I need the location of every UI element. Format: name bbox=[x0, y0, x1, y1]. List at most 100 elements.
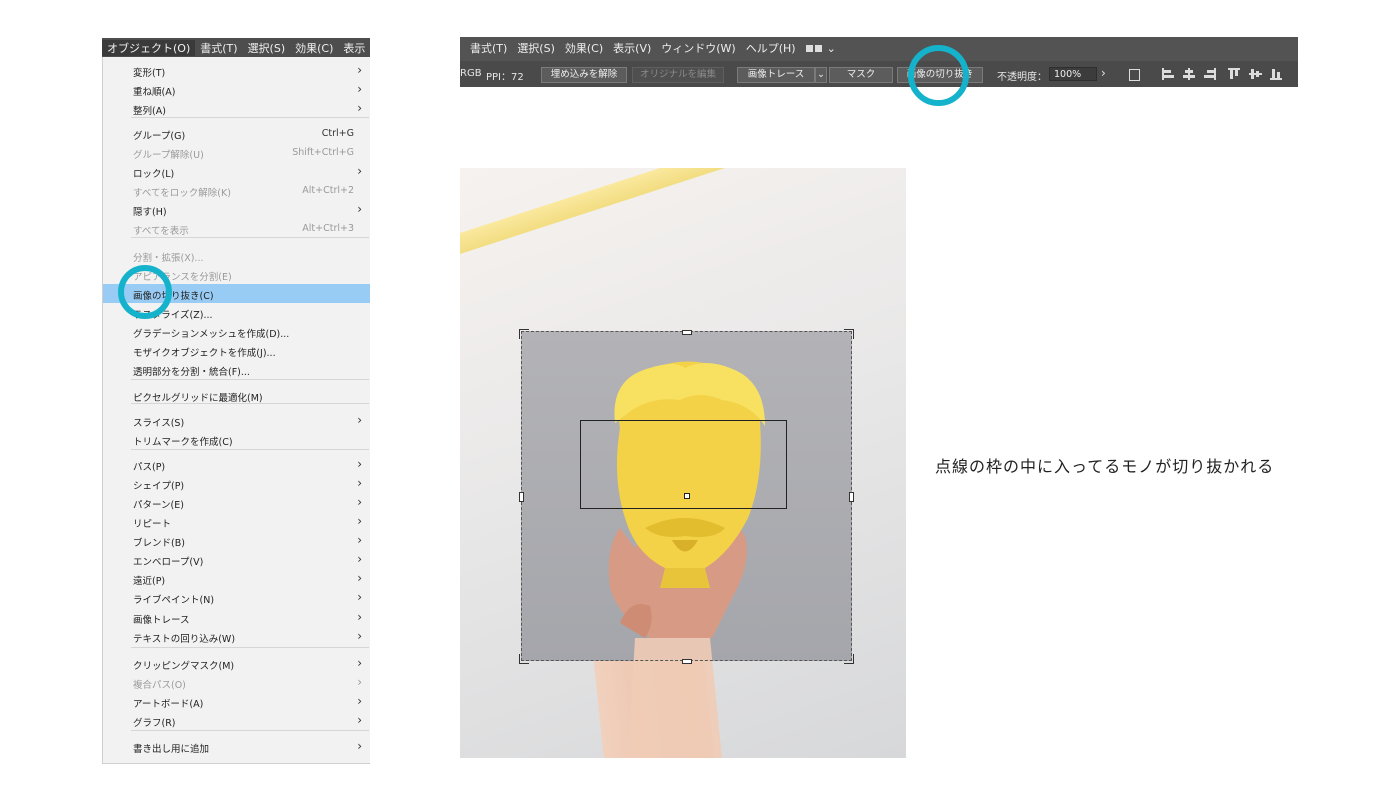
align-right-icon[interactable] bbox=[1203, 68, 1217, 80]
menu-item-label: グラデーションメッシュを作成(D)... bbox=[133, 329, 290, 340]
menu-item-shortcut: Shift+Ctrl+G bbox=[292, 147, 354, 158]
menu-effect[interactable]: 効果(C) bbox=[565, 40, 603, 56]
crop-handle-top-right[interactable] bbox=[844, 329, 854, 339]
menu-help[interactable]: ヘルプ(H) bbox=[746, 40, 796, 56]
submenu-arrow-icon: › bbox=[357, 552, 362, 566]
align-horizontal-center-icon[interactable] bbox=[1182, 68, 1196, 80]
menu-item[interactable]: エンベロープ(V) › bbox=[103, 550, 370, 569]
menu-item-label: 透明部分を分割・統合(F)... bbox=[133, 367, 250, 378]
menu-separator bbox=[131, 237, 369, 238]
release-embed-button[interactable]: 埋め込みを解除 bbox=[541, 67, 627, 83]
menu-item[interactable]: シェイプ(P) › bbox=[103, 474, 370, 493]
menu-item[interactable]: グループ(G) Ctrl+G bbox=[103, 124, 370, 143]
menu-item-label: スライス(S) bbox=[133, 418, 185, 429]
menu-item[interactable]: スライス(S) › bbox=[103, 411, 370, 430]
menu-item: すべてを表示 Alt+Ctrl+3 bbox=[103, 219, 370, 238]
menubar-type[interactable]: 書式(T) bbox=[195, 40, 242, 56]
crop-handle-bottom[interactable] bbox=[682, 659, 692, 664]
opacity-arrow-icon[interactable]: › bbox=[1101, 66, 1106, 80]
menu-item-label: ライブペイント(N) bbox=[133, 595, 215, 606]
menu-item-shortcut: Ctrl+G bbox=[321, 128, 354, 139]
menu-item[interactable]: クリッピングマスク(M) › bbox=[103, 654, 370, 673]
align-vertical-center-icon[interactable] bbox=[1249, 68, 1263, 80]
crop-handle-left[interactable] bbox=[519, 492, 524, 502]
menubar-select[interactable]: 選択(S) bbox=[243, 40, 291, 56]
menu-item-label: 書き出し用に追加 bbox=[133, 744, 210, 755]
menubar-object[interactable]: オブジェクト(O) bbox=[102, 39, 196, 56]
menubar-effect[interactable]: 効果(C) bbox=[290, 40, 338, 56]
menu-separator bbox=[131, 647, 369, 648]
opacity-input[interactable]: 100% bbox=[1049, 67, 1097, 81]
menu-type[interactable]: 書式(T) bbox=[470, 40, 507, 56]
crop-handle-right[interactable] bbox=[849, 492, 854, 502]
image-trace-button[interactable]: 画像トレース bbox=[737, 67, 815, 83]
submenu-arrow-icon: › bbox=[357, 63, 362, 77]
menu-item-label: ブレンド(B) bbox=[133, 538, 185, 549]
menu-item[interactable]: 隠す(H) › bbox=[103, 200, 370, 219]
submenu-arrow-icon: › bbox=[357, 457, 362, 471]
crop-handle-top[interactable] bbox=[682, 330, 692, 335]
control-options-row: RGB PPI：72 埋め込みを解除 オリジナルを編集 画像トレース ⌄ マスク… bbox=[460, 61, 1298, 87]
menu-item[interactable]: リピート › bbox=[103, 512, 370, 531]
menu-item-shortcut: Alt+Ctrl+2 bbox=[302, 185, 354, 196]
color-mode: RGB bbox=[460, 68, 482, 79]
menu-item[interactable]: 画像トレース › bbox=[103, 608, 370, 627]
menu-separator bbox=[131, 730, 369, 731]
artboard-photo bbox=[460, 168, 906, 758]
align-left-icon[interactable] bbox=[1161, 68, 1175, 80]
center-point-handle[interactable] bbox=[684, 493, 690, 499]
workspace-switcher-icon[interactable]: ⌄ bbox=[805, 42, 836, 55]
menubar-view[interactable]: 表示 bbox=[338, 40, 370, 56]
document-setup-icon[interactable] bbox=[1128, 68, 1142, 81]
menu-item: すべてをロック解除(K) Alt+Ctrl+2 bbox=[103, 181, 370, 200]
menu-item[interactable]: アートボード(A) › bbox=[103, 692, 370, 711]
menu-item-label: パターン(E) bbox=[133, 500, 184, 511]
align-bottom-icon[interactable] bbox=[1270, 68, 1284, 80]
submenu-arrow-icon: › bbox=[357, 164, 362, 178]
menu-item[interactable]: ブレンド(B) › bbox=[103, 531, 370, 550]
menu-item[interactable]: 書き出し用に追加 › bbox=[103, 737, 370, 756]
menu-item[interactable]: 重ね順(A) › bbox=[103, 80, 370, 99]
menu-item-label: モザイクオブジェクトを作成(J)... bbox=[133, 348, 276, 359]
crop-handle-top-left[interactable] bbox=[519, 329, 529, 339]
submenu-arrow-icon: › bbox=[357, 571, 362, 585]
menu-item[interactable]: パターン(E) › bbox=[103, 493, 370, 512]
menu-item-label: 隠す(H) bbox=[133, 207, 167, 218]
ppi-readout: PPI：72 bbox=[486, 72, 524, 83]
menu-item[interactable]: テキストの回り込み(W) › bbox=[103, 627, 370, 646]
menu-item-label: グループ解除(U) bbox=[133, 150, 204, 161]
menu-item-label: ピクセルグリッドに最適化(M) bbox=[133, 393, 263, 404]
image-trace-dropdown[interactable]: ⌄ bbox=[815, 67, 827, 83]
crop-handle-bottom-right[interactable] bbox=[844, 654, 854, 664]
menu-separator bbox=[131, 403, 369, 404]
submenu-arrow-icon: › bbox=[357, 590, 362, 604]
menu-item-label: 整列(A) bbox=[133, 106, 166, 117]
menu-view[interactable]: 表示(V) bbox=[613, 40, 651, 56]
menu-item[interactable]: グラフ(R) › bbox=[103, 711, 370, 730]
submenu-arrow-icon: › bbox=[357, 610, 362, 624]
menu-item-label: 重ね順(A) bbox=[133, 87, 176, 98]
app-menubar: オブジェクト(O) 書式(T) 選択(S) 効果(C) 表示 bbox=[102, 38, 370, 57]
submenu-arrow-icon: › bbox=[357, 413, 362, 427]
crop-handle-bottom-left[interactable] bbox=[519, 654, 529, 664]
menu-item[interactable]: 変形(T) › bbox=[103, 61, 370, 80]
menu-item[interactable]: 遠近(P) › bbox=[103, 569, 370, 588]
menu-item-label: パス(P) bbox=[133, 462, 166, 473]
align-top-icon[interactable] bbox=[1228, 68, 1242, 80]
menu-item[interactable]: パス(P) › bbox=[103, 455, 370, 474]
menu-select[interactable]: 選択(S) bbox=[517, 40, 555, 56]
menu-item[interactable]: ロック(L) › bbox=[103, 162, 370, 181]
menu-item[interactable]: トリムマークを作成(C) bbox=[103, 430, 370, 449]
edit-original-button[interactable]: オリジナルを編集 bbox=[632, 67, 724, 83]
menu-item-label: アートボード(A) bbox=[133, 699, 204, 710]
menu-item[interactable]: 透明部分を分割・統合(F)... bbox=[103, 360, 370, 379]
menu-item-label: 変形(T) bbox=[133, 68, 166, 79]
menu-item[interactable]: グラデーションメッシュを作成(D)... bbox=[103, 322, 370, 341]
menu-item[interactable]: ライブペイント(N) › bbox=[103, 588, 370, 607]
menu-item[interactable]: モザイクオブジェクトを作成(J)... bbox=[103, 341, 370, 360]
explanation-caption: 点線の枠の中に入ってるモノが切り抜かれる bbox=[935, 457, 1275, 476]
mask-button[interactable]: マスク bbox=[829, 67, 893, 83]
object-dropdown-menu: 変形(T) › 重ね順(A) › 整列(A) › グループ(G) Ctrl+G グループ解除(U… bbox=[102, 57, 370, 764]
menu-window[interactable]: ウィンドウ(W) bbox=[661, 40, 735, 56]
menu-item[interactable]: 整列(A) › bbox=[103, 99, 370, 118]
